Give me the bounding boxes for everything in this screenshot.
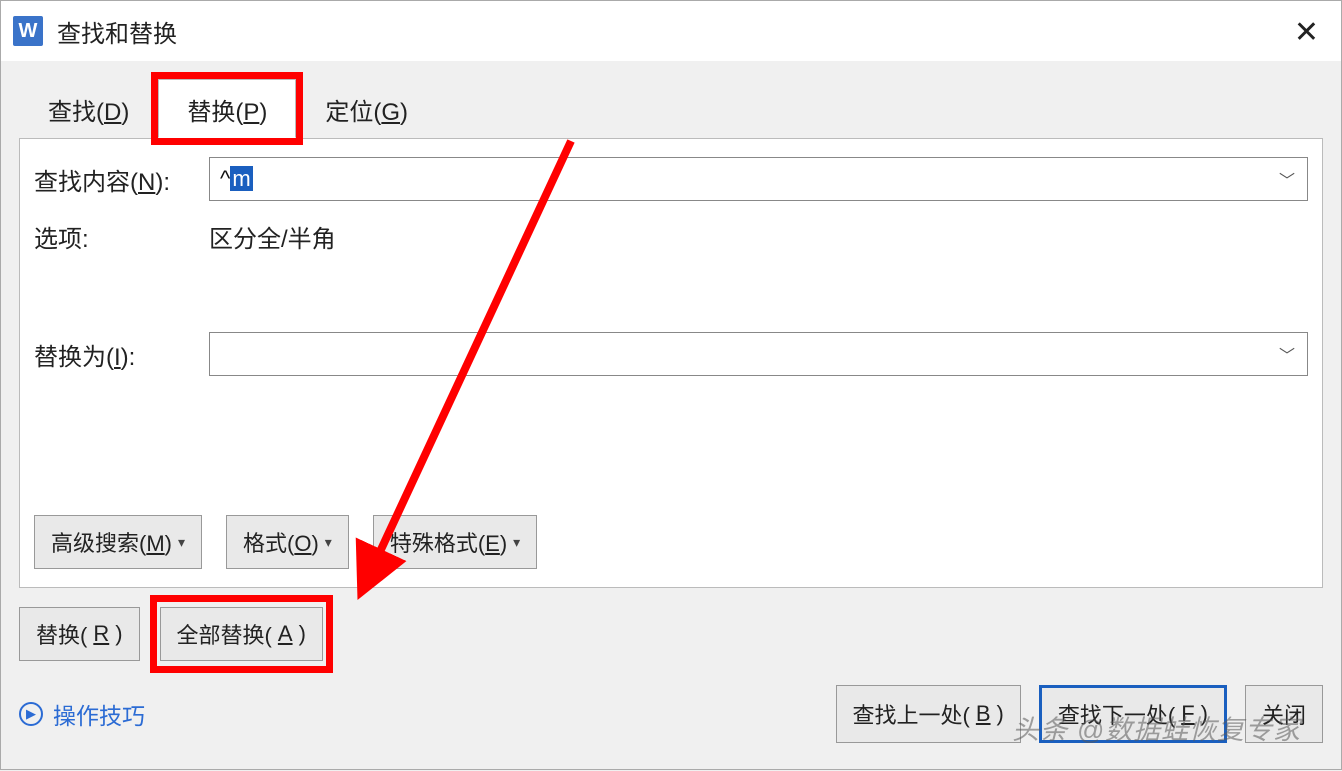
chevron-down-icon[interactable]: ﹀ xyxy=(1279,342,1295,366)
tips-link[interactable]: ▶ 操作技巧 xyxy=(19,697,145,731)
app-icon: W xyxy=(13,16,43,46)
titlebar: W 查找和替换 ✕ xyxy=(1,1,1341,61)
replace-all-button[interactable]: 全部替换(A) xyxy=(160,607,323,661)
dialog-title: 查找和替换 xyxy=(57,14,177,49)
tab-find[interactable]: 查找(D) xyxy=(19,79,158,138)
footer-row-1: 替换(R) 全部替换(A) xyxy=(19,607,1323,661)
replace-with-row: 替换为(I): ﹀ xyxy=(34,332,1308,376)
caret-down-icon: ▾ xyxy=(178,534,185,551)
replace-button[interactable]: 替换(R) xyxy=(19,607,140,661)
options-row: 选项: 区分全/半角 xyxy=(34,219,1308,254)
tab-replace[interactable]: 替换(P) xyxy=(158,79,296,138)
watermark: 头条 @数据蛙恢复专家 xyxy=(1012,708,1301,747)
find-prev-button[interactable]: 查找上一处(B) xyxy=(836,685,1021,743)
find-content-label: 查找内容(N): xyxy=(34,162,209,197)
dropdown-button-row: 高级搜索(M)▾ 格式(O)▾ 特殊格式(E)▾ xyxy=(34,515,537,569)
options-value: 区分全/半角 xyxy=(209,219,336,254)
caret-down-icon: ▾ xyxy=(325,534,332,551)
annotation-highlight-tab xyxy=(151,72,303,145)
caret-down-icon: ▾ xyxy=(513,534,520,551)
special-format-button[interactable]: 特殊格式(E)▾ xyxy=(373,515,537,569)
find-content-input[interactable]: ^m ﹀ xyxy=(209,157,1308,201)
play-icon: ▶ xyxy=(19,702,43,726)
format-button[interactable]: 格式(O)▾ xyxy=(226,515,349,569)
tab-bar: 查找(D) 替换(P) 定位(G) xyxy=(1,61,1341,138)
replace-with-label: 替换为(I): xyxy=(34,337,209,372)
close-icon[interactable]: ✕ xyxy=(1294,15,1319,50)
chevron-down-icon[interactable]: ﹀ xyxy=(1279,167,1295,191)
options-label: 选项: xyxy=(34,219,209,254)
tab-goto[interactable]: 定位(G) xyxy=(296,79,437,138)
find-content-row: 查找内容(N): ^m ﹀ xyxy=(34,157,1308,201)
find-replace-dialog: W 查找和替换 ✕ 查找(D) 替换(P) 定位(G) 查找内容(N): ^m … xyxy=(0,0,1342,770)
replace-with-input[interactable]: ﹀ xyxy=(209,332,1308,376)
tips-label: 操作技巧 xyxy=(53,697,145,731)
find-content-value: ^m xyxy=(220,166,253,192)
advanced-search-button[interactable]: 高级搜索(M)▾ xyxy=(34,515,202,569)
main-panel: 查找内容(N): ^m ﹀ 选项: 区分全/半角 替换为(I): ﹀ 高级搜索(… xyxy=(19,138,1323,588)
